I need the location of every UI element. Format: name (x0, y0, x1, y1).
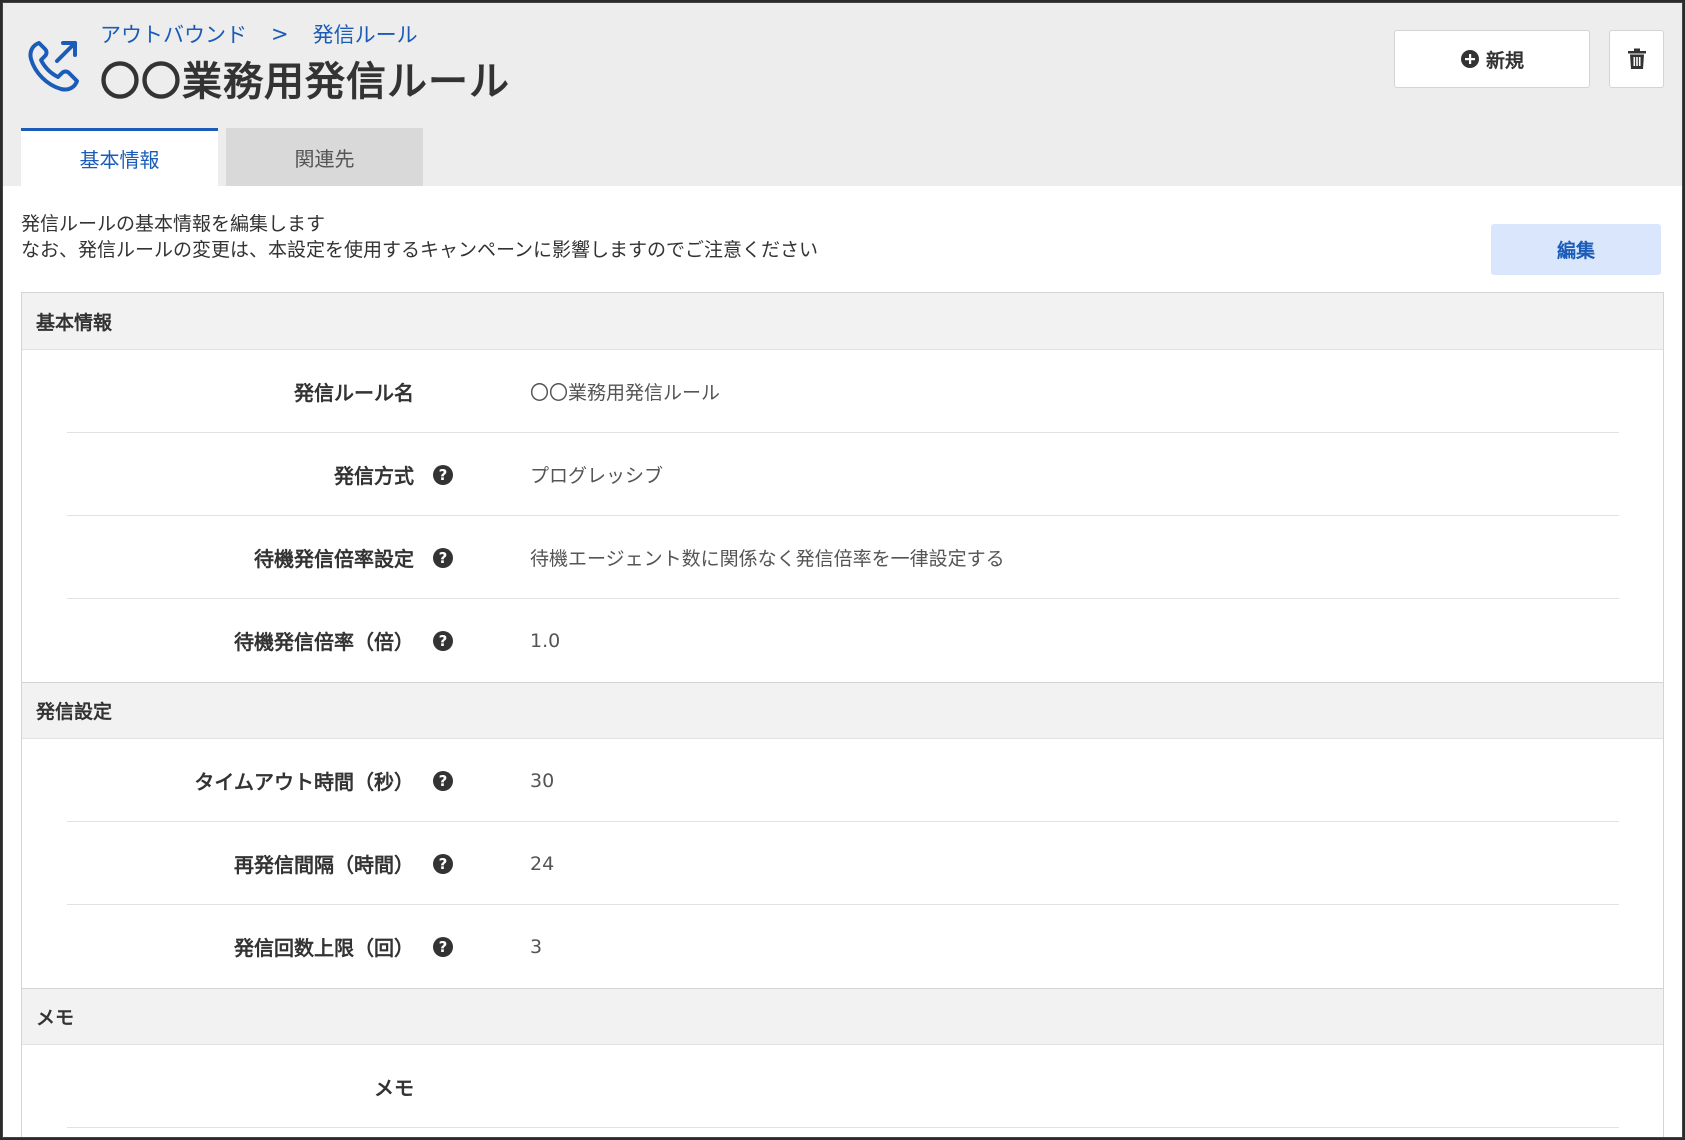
section-header-memo: メモ (22, 988, 1663, 1045)
field-label: 発信回数上限（回） (234, 936, 414, 960)
field-row-memo: メモ (67, 1045, 1619, 1128)
field-label: 発信方式 (334, 464, 414, 488)
field-row-rule-name: 発信ルール名 〇〇業務用発信ルール (67, 350, 1619, 433)
plus-circle-icon (1460, 50, 1479, 68)
svg-text:?: ? (439, 632, 448, 650)
section-header-basic-info: 基本情報 (22, 293, 1663, 350)
new-button[interactable]: 新規 (1394, 30, 1590, 88)
delete-button[interactable] (1609, 30, 1664, 88)
field-value: プログレッシブ (530, 465, 664, 487)
description-line-2: なお、発信ルールの変更は、本設定を使用するキャンペーンに影響しますのでご注意くだ… (21, 239, 819, 261)
svg-text:?: ? (439, 938, 448, 956)
field-row-timeout: タイムアウト時間（秒） ? 30 (67, 739, 1619, 822)
tab-basic-info[interactable]: 基本情報 (21, 128, 218, 186)
trash-icon (1627, 48, 1646, 69)
question-circle-icon[interactable]: ? (432, 770, 454, 792)
field-row-redial-interval: 再発信間隔（時間） ? 24 (67, 822, 1619, 905)
edit-button[interactable]: 編集 (1491, 224, 1661, 275)
svg-text:?: ? (439, 772, 448, 790)
field-label: 再発信間隔（時間） (234, 853, 414, 877)
field-row-standby-ratio-setting: 待機発信倍率設定 ? 待機エージェント数に関係なく発信倍率を一律設定する (67, 516, 1619, 599)
svg-text:?: ? (439, 466, 448, 484)
detail-panel: 基本情報 発信ルール名 〇〇業務用発信ルール 発信方式 ? プログレッシブ 待機… (21, 292, 1664, 1137)
field-label: 発信ルール名 (294, 381, 414, 405)
page-description: 発信ルールの基本情報を編集します なお、発信ルールの変更は、本設定を使用するキャ… (21, 211, 818, 263)
field-value: 30 (530, 769, 555, 792)
question-circle-icon[interactable]: ? (432, 630, 454, 652)
breadcrumb-dial-rule-link[interactable]: 発信ルール (313, 19, 418, 49)
outbound-phone-icon (28, 41, 79, 92)
breadcrumb: アウトバウンド > 発信ルール (100, 19, 418, 49)
field-row-standby-ratio: 待機発信倍率（倍） ? 1.0 (67, 599, 1619, 682)
field-value: 待機エージェント数に関係なく発信倍率を一律設定する (530, 548, 1005, 570)
field-value: 〇〇業務用発信ルール (530, 382, 721, 404)
field-value: 24 (530, 852, 555, 875)
field-row-max-attempts: 発信回数上限（回） ? 3 (67, 905, 1619, 988)
field-label: メモ (374, 1076, 414, 1100)
field-label: 待機発信倍率（倍） (234, 630, 414, 654)
question-circle-icon[interactable]: ? (432, 853, 454, 875)
page-title: 〇〇業務用発信ルール (100, 59, 510, 105)
field-label: 待機発信倍率設定 (254, 547, 414, 571)
section-header-dial-settings: 発信設定 (22, 682, 1663, 739)
field-row-dial-method: 発信方式 ? プログレッシブ (67, 433, 1619, 516)
page-header: アウトバウンド > 発信ルール 〇〇業務用発信ルール 新規 基本情報 関連先 (3, 3, 1682, 186)
question-circle-icon[interactable]: ? (432, 464, 454, 486)
new-button-label: 新規 (1485, 49, 1524, 72)
svg-text:?: ? (439, 855, 448, 873)
field-label: タイムアウト時間（秒） (194, 770, 414, 794)
question-circle-icon[interactable]: ? (432, 936, 454, 958)
breadcrumb-separator: > (271, 22, 289, 46)
breadcrumb-outbound-link[interactable]: アウトバウンド (100, 19, 247, 49)
description-line-1: 発信ルールの基本情報を編集します (21, 213, 326, 235)
svg-text:?: ? (439, 549, 448, 567)
field-value: 1.0 (530, 629, 561, 652)
question-circle-icon[interactable]: ? (432, 547, 454, 569)
tab-related[interactable]: 関連先 (226, 128, 423, 186)
app-window: アウトバウンド > 発信ルール 〇〇業務用発信ルール 新規 基本情報 関連先 発… (2, 2, 1683, 1138)
field-value: 3 (530, 935, 543, 958)
tab-bar: 基本情報 関連先 (21, 128, 423, 186)
